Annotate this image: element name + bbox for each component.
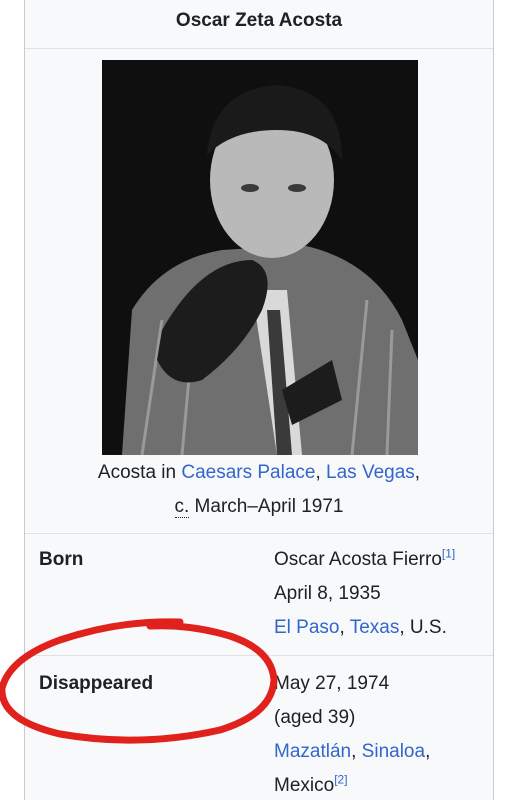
caesars-palace-link[interactable]: Caesars Palace — [181, 462, 315, 483]
caption-text: Acosta in — [97, 462, 182, 483]
divider — [25, 48, 493, 49]
born-value: Oscar Acosta Fierro[1] April 8, 1935 El … — [274, 543, 489, 645]
caption-date: March–April 1971 — [189, 496, 344, 517]
mazatlan-link[interactable]: Mazatlán — [274, 741, 351, 762]
reference-1-link[interactable]: [1] — [442, 547, 455, 561]
divider — [25, 655, 493, 656]
portrait-photo[interactable] — [102, 60, 418, 455]
photo-caption: Acosta in Caesars Palace, Las Vegas, c. … — [25, 456, 493, 524]
portrait-image — [102, 60, 418, 455]
disappeared-value: May 27, 1974 (aged 39) Mazatlán, Sinaloa… — [274, 667, 489, 803]
disappeared-comma: , — [351, 741, 362, 762]
reference-2-link[interactable]: [2] — [334, 773, 347, 787]
el-paso-link[interactable]: El Paso — [274, 617, 339, 638]
disappeared-age: (aged 39) — [274, 707, 356, 728]
disappeared-label: Disappeared — [39, 673, 154, 694]
caption-comma: , — [315, 462, 327, 483]
disappeared-date: May 27, 1974 — [274, 673, 390, 694]
birth-name: Oscar Acosta Fierro — [274, 549, 442, 570]
born-country: , U.S. — [399, 617, 447, 638]
born-comma: , — [339, 617, 350, 638]
divider — [25, 533, 493, 534]
disappeared-comma-trailing: , — [425, 741, 431, 762]
caption-comma-trailing: , — [414, 462, 421, 483]
texas-link[interactable]: Texas — [350, 617, 400, 638]
infobox-title: Oscar Zeta Acosta — [175, 10, 343, 31]
las-vegas-link[interactable]: Las Vegas — [326, 462, 415, 483]
birth-date: April 8, 1935 — [274, 583, 381, 604]
disappeared-country: Mexico — [274, 775, 335, 796]
infobox: Oscar Zeta Acosta Acosta in Caesars Pala… — [24, 0, 494, 800]
circa-abbr[interactable]: c. — [174, 496, 190, 518]
born-label: Born — [39, 549, 84, 570]
sinaloa-link[interactable]: Sinaloa — [362, 741, 425, 762]
